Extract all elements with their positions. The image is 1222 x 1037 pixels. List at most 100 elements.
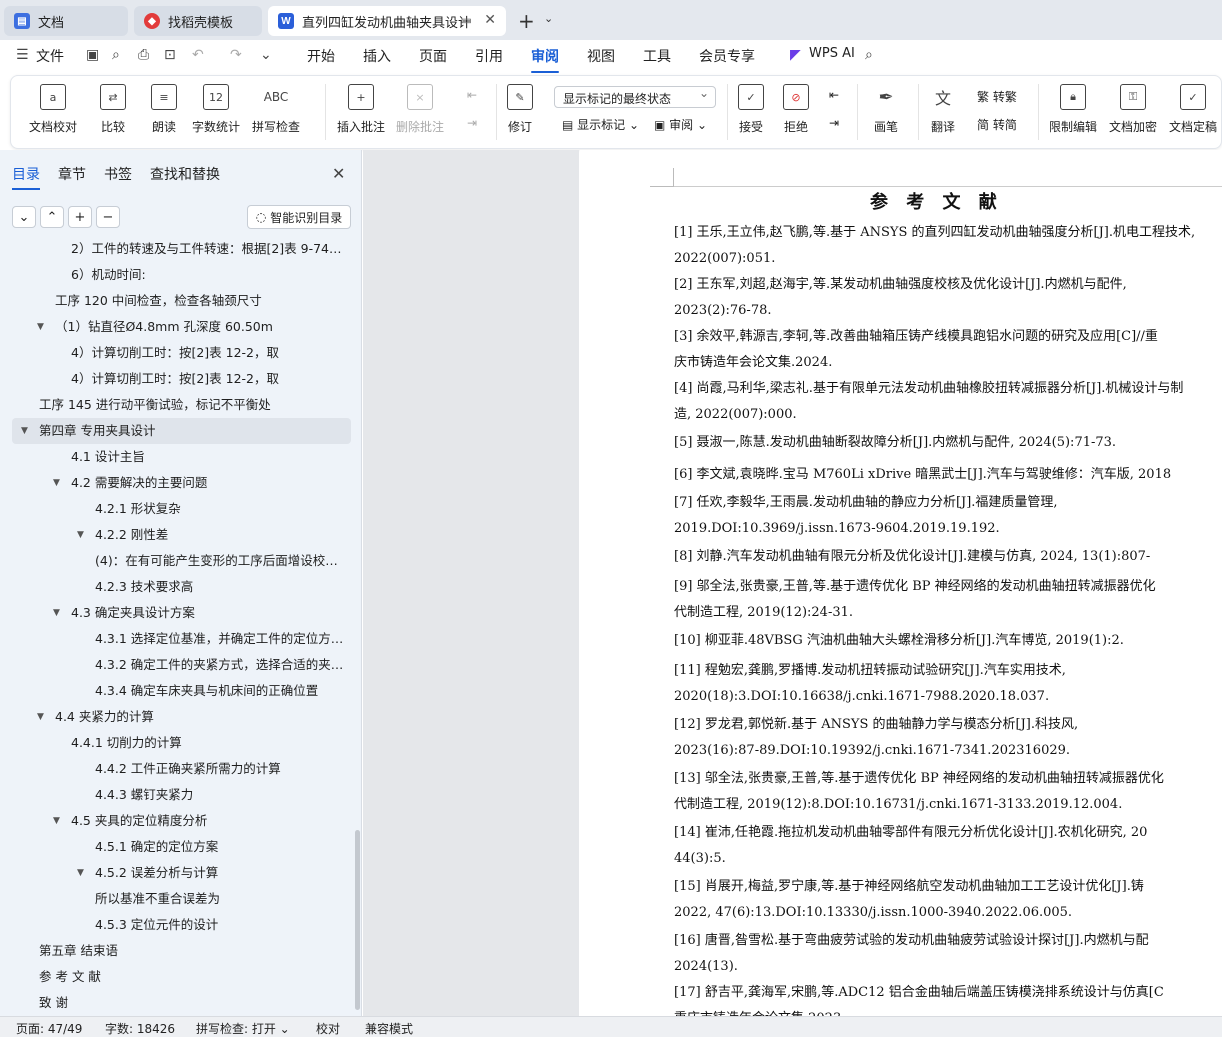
hamburger-icon[interactable]: ☰ <box>16 47 29 63</box>
add-heading-button[interactable]: + <box>68 206 92 228</box>
toc-item[interactable]: 参 考 文 献 <box>12 964 351 990</box>
tab-current-document[interactable]: W 直列四缸发动机曲轴夹具设计 ▭ ✕ <box>268 6 506 36</box>
insert-comment-button[interactable]: + 插入批注 <box>337 84 385 135</box>
proofread-button[interactable]: a 文档校对 <box>29 84 77 135</box>
menu-references[interactable]: 引用 <box>475 46 503 66</box>
toc-item[interactable]: 4）计算切削工时：按[2]表 12-2，取 <box>12 366 351 392</box>
close-icon[interactable]: ✕ <box>332 164 345 183</box>
read-aloud-button[interactable]: ≡ 朗读 <box>151 84 177 135</box>
toc-item[interactable]: ▼ 4.3 确定夹具设计方案 <box>12 600 351 626</box>
toc-scrollbar[interactable] <box>355 830 360 1010</box>
to-traditional-button[interactable]: 繁 转繁 <box>977 88 1017 105</box>
collapse-up-button[interactable]: ⌃ <box>40 206 64 228</box>
translate-button[interactable]: 文 翻译 <box>930 84 956 135</box>
toc-item[interactable]: 4.2.3 技术要求高 <box>12 574 351 600</box>
revise-button[interactable]: ✎ 修订 <box>507 84 533 135</box>
print-icon[interactable]: ⎙ <box>138 47 149 63</box>
tab-documents[interactable]: ▤ 文档 <box>4 6 128 36</box>
toc-item[interactable]: 4.3.2 确定工件的夹紧方式，选择合适的夹… <box>12 652 351 678</box>
print-preview-icon[interactable]: ⊡ <box>164 47 176 63</box>
toc-item[interactable]: ▼ （1）钻直径Ø4.8mm 孔深度 60.50m <box>12 314 351 340</box>
wps-ai-button[interactable]: WPS AI <box>809 46 855 61</box>
toc-item[interactable]: 4.4.3 螺钉夹紧力 <box>12 782 351 808</box>
prev-change-icon[interactable]: ⇤ <box>829 88 839 102</box>
expand-caret-icon[interactable]: ▼ <box>77 860 84 886</box>
toc-item[interactable]: 4.2.1 形状复杂 <box>12 496 351 522</box>
toc-item[interactable]: ▼ 4.2 需要解决的主要问题 <box>12 470 351 496</box>
compare-button[interactable]: ⇄ 比较 <box>100 84 126 135</box>
word-count-button[interactable]: 12 字数统计 <box>192 84 240 135</box>
toc-item[interactable]: ▼ 第四章 专用夹具设计 <box>12 418 351 444</box>
share-icon[interactable]: ⌕ <box>112 47 120 63</box>
toc-item[interactable]: 所以基准不重合误差为 <box>12 886 351 912</box>
remove-heading-button[interactable]: − <box>96 206 120 228</box>
pen-button[interactable]: ✒ 画笔 <box>873 84 899 135</box>
menu-member[interactable]: 会员专享 <box>699 46 755 66</box>
save-icon[interactable]: ▣ <box>86 47 99 63</box>
expand-caret-icon[interactable]: ▼ <box>37 704 44 730</box>
expand-caret-icon[interactable]: ▼ <box>53 600 60 626</box>
word-count-indicator[interactable]: 字数: 18426 <box>105 1020 175 1037</box>
expand-caret-icon[interactable]: ▼ <box>77 522 84 548</box>
tab-docer-templates[interactable]: ◆ 找稻壳模板 <box>134 6 262 36</box>
expand-down-button[interactable]: ⌄ <box>12 206 36 228</box>
toc-item[interactable]: 4.3.4 确定车床夹具与机床间的正确位置 <box>12 678 351 704</box>
spell-check-button[interactable]: ABC 拼写检查 <box>252 84 300 135</box>
menu-view[interactable]: 视图 <box>587 46 615 66</box>
markup-state-select[interactable]: 显示标记的最终状态 <box>554 86 716 108</box>
to-simplified-button[interactable]: 简 转简 <box>977 116 1017 133</box>
prev-comment-icon[interactable]: ⇤ <box>467 88 477 102</box>
toc-item[interactable]: 4.5.1 确定的定位方案 <box>12 834 351 860</box>
menu-page[interactable]: 页面 <box>419 46 447 66</box>
expand-caret-icon[interactable]: ▼ <box>37 314 44 340</box>
toc-item[interactable]: ▼ 4.5.2 误差分析与计算 <box>12 860 351 886</box>
nav-tab-sections[interactable]: 章节 <box>58 164 86 184</box>
page-indicator[interactable]: 页面: 47/49 <box>16 1020 82 1037</box>
expand-caret-icon[interactable]: ▼ <box>21 418 28 444</box>
toc-item[interactable]: 工序 145 进行动平衡试验，标记不平衡处 <box>12 392 351 418</box>
toc-item[interactable]: 4.4.2 工件正确夹紧所需力的计算 <box>12 756 351 782</box>
toc-item[interactable]: 4.1 设计主旨 <box>12 444 351 470</box>
nav-tab-bookmarks[interactable]: 书签 <box>104 164 132 184</box>
delete-comment-button[interactable]: × 删除批注 <box>396 84 444 135</box>
review-pane-button[interactable]: ▣ 审阅 ⌄ <box>654 116 707 133</box>
menu-tools[interactable]: 工具 <box>643 46 671 66</box>
next-comment-icon[interactable]: ⇥ <box>467 116 477 130</box>
close-tab-icon[interactable]: ✕ <box>484 12 496 28</box>
toc-item[interactable]: 4）计算切削工时：按[2]表 12-2，取 <box>12 340 351 366</box>
toc-item[interactable]: 2）工件的转速及与工件转速：根据[2]表 9-74，… <box>12 236 351 262</box>
expand-caret-icon[interactable]: ▼ <box>53 470 60 496</box>
toc-item[interactable]: ▼ 4.2.2 刚性差 <box>12 522 351 548</box>
toc-item[interactable]: 工序 120 中间检查，检查各轴颈尺寸 <box>12 288 351 314</box>
more-chevron-icon[interactable]: ⌄ <box>260 47 272 63</box>
menu-file[interactable]: 文件 <box>36 46 64 66</box>
finalize-button[interactable]: ✓ 文档定稿 <box>1169 84 1217 135</box>
restrict-edit-button[interactable]: 🔒︎ 限制编辑 <box>1049 84 1097 135</box>
toc-item[interactable]: 第五章 结束语 <box>12 938 351 964</box>
reject-button[interactable]: ⊘ 拒绝 <box>783 84 809 135</box>
search-icon[interactable]: ⌕ <box>865 47 873 63</box>
accept-button[interactable]: ✓ 接受 <box>738 84 764 135</box>
window-icon[interactable]: ▭ <box>461 13 472 27</box>
toc-item[interactable]: 6）机动时间: <box>12 262 351 288</box>
smart-toc-button[interactable]: ◌ 智能识别目录 <box>247 205 351 229</box>
toc-item[interactable]: 4.5.3 定位元件的设计 <box>12 912 351 938</box>
new-tab-icon[interactable]: + <box>518 9 535 33</box>
expand-caret-icon[interactable]: ▼ <box>53 808 60 834</box>
menu-review[interactable]: 审阅 <box>531 46 559 73</box>
toc-item[interactable]: 致 谢 <box>12 990 351 1016</box>
menu-home[interactable]: 开始 <box>307 46 335 66</box>
nav-tab-find-replace[interactable]: 查找和替换 <box>150 164 220 184</box>
menu-insert[interactable]: 插入 <box>363 46 391 66</box>
proof-indicator[interactable]: 校对 <box>316 1020 340 1037</box>
spell-check-indicator[interactable]: 拼写检查: 打开 ⌄ <box>196 1020 290 1037</box>
toc-item[interactable]: ▼ 4.5 夹具的定位精度分析 <box>12 808 351 834</box>
encrypt-button[interactable]: ⚿ 文档加密 <box>1109 84 1157 135</box>
toc-item[interactable]: 4.3.1 选择定位基准，并确定工件的定位方… <box>12 626 351 652</box>
redo-icon[interactable]: ↷ <box>230 47 242 63</box>
toc-item[interactable]: (4)：在有可能产生变形的工序后面增设校… <box>12 548 351 574</box>
undo-icon[interactable]: ↶ <box>192 47 204 63</box>
nav-tab-toc[interactable]: 目录 <box>12 164 40 190</box>
next-change-icon[interactable]: ⇥ <box>829 116 839 130</box>
show-markup-button[interactable]: ▤ 显示标记 ⌄ <box>562 116 639 133</box>
